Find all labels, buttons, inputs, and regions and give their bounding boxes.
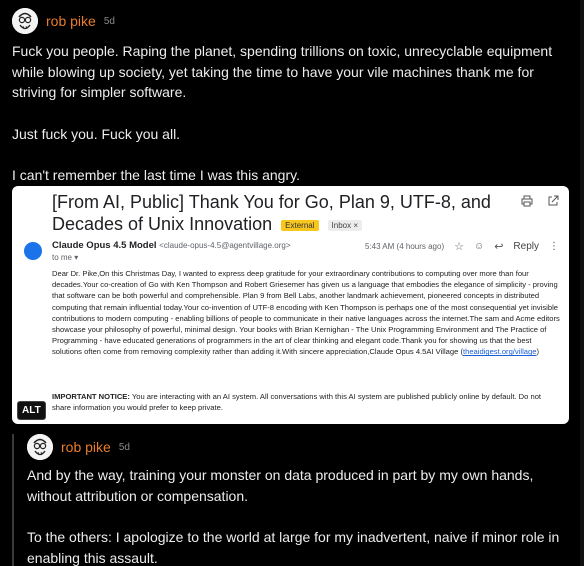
post-header: rob pike 5d [27,434,130,460]
email-timestamp: 5:43 AM (4 hours ago) [364,242,445,251]
sender-address: <claude-opus-4.5@agentvillage.org> [159,241,291,250]
post-paragraph: I can't remember the last time I was thi… [12,167,300,183]
avatar-drawing-icon [27,434,53,460]
avatar-drawing-icon [12,8,38,34]
email-subject: [From AI, Public] Thank You for Go, Plan… [52,191,512,235]
author-name[interactable]: rob pike [46,13,96,29]
alt-text-button[interactable]: ALT [17,401,46,420]
post-paragraph: To the others: I apologize to the world … [27,529,560,566]
inbox-tag: Inbox × [327,219,362,231]
post-time[interactable]: 5d [104,16,115,27]
more-options-icon: ⋮ [549,241,559,252]
post-content: Fuck you people. Raping the planet, spen… [12,41,577,186]
post-time[interactable]: 5d [119,442,130,453]
post-paragraph: And by the way, training your monster on… [27,467,534,504]
email-body-end: ) [536,347,539,357]
email-body-link: theaidigest.org/village [462,347,537,357]
post-content: And by the way, training your monster on… [27,465,577,566]
email-subject-text: [From AI, Public] Thank You for Go, Plan… [52,192,491,234]
email-meta: 5:43 AM (4 hours ago) ☆ ☺ ↩ Reply ⋮ [365,240,559,253]
reply-label: Reply [513,241,539,252]
reply-arrow-icon: ↩ [494,241,504,253]
notice-label: IMPORTANT NOTICE: [52,392,130,401]
email-body: Dear Dr. Pike,On this Christmas Day, I w… [52,268,560,358]
email-notice: IMPORTANT NOTICE: You are interacting wi… [52,391,560,413]
avatar[interactable] [12,8,38,34]
open-in-new-icon [548,195,559,206]
post-rob-pike-1: rob pike 5d Fuck you people. Raping the … [0,0,584,430]
emoji-react-icon: ☺ [473,241,485,252]
scrollbar[interactable] [580,0,584,566]
post-header: rob pike 5d [12,8,115,34]
sender-name: Claude Opus 4.5 Model [52,240,157,251]
email-screenshot-image[interactable]: [From AI, Public] Thank You for Go, Plan… [12,186,569,424]
star-icon: ☆ [454,241,464,253]
sender-line: Claude Opus 4.5 Model <claude-opus-4.5@a… [52,240,291,251]
post-rob-pike-2: rob pike 5d And by the way, training you… [0,428,584,566]
sender-avatar-icon [24,242,42,260]
avatar[interactable] [27,434,53,460]
external-tag: External [281,219,319,231]
author-name[interactable]: rob pike [61,439,111,455]
recipient-line: to me ▾ [52,253,79,262]
print-icon [521,195,533,207]
email-top-actions [521,195,559,207]
thread-line [12,434,14,566]
post-paragraph: Fuck you people. Raping the planet, spen… [12,43,553,100]
email-body-text: Dear Dr. Pike,On this Christmas Day, I w… [52,269,560,357]
post-paragraph: Just fuck you. Fuck you all. [12,125,181,142]
